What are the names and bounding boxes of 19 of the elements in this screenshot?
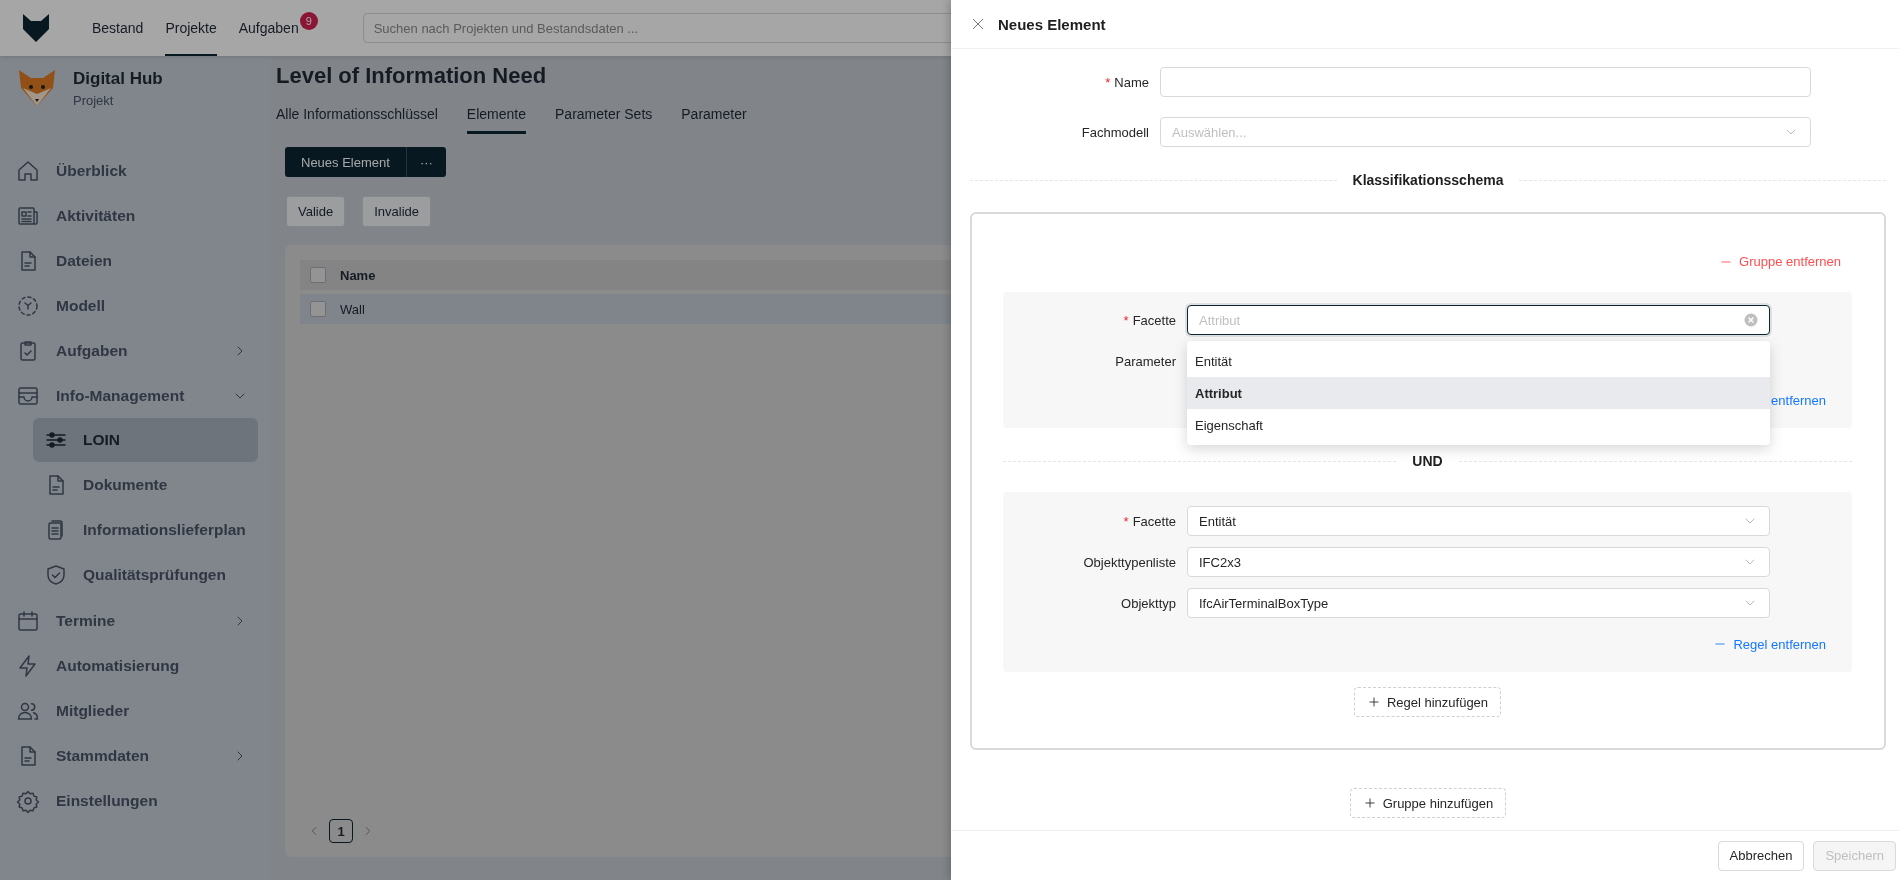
count-badge: 9 — [299, 12, 318, 30]
field-label: Name — [1114, 74, 1149, 90]
required-asterisk: * — [1105, 74, 1111, 90]
field-label: Facette — [1132, 312, 1176, 328]
field-label: Facette — [1132, 513, 1176, 529]
page-title: Level of Information Need — [276, 62, 547, 90]
column-header: Name — [340, 267, 376, 283]
field-label: Fachmodell — [1081, 124, 1149, 140]
table-cell: Wall — [340, 301, 365, 317]
field-label: Objekttypenliste — [1083, 554, 1176, 570]
joiner-label: UND — [1412, 453, 1443, 469]
drawer-title: Neues Element — [998, 15, 1106, 33]
project-name: Digital Hub — [73, 68, 163, 89]
required-asterisk: * — [1123, 513, 1129, 529]
project-type: Projekt — [73, 92, 115, 108]
section-title: Klassifikationsschema — [1352, 172, 1504, 188]
field-label: Objekttyp — [1121, 595, 1176, 611]
required-asterisk: * — [1123, 312, 1129, 328]
field-label: Parameter — [1115, 353, 1176, 369]
